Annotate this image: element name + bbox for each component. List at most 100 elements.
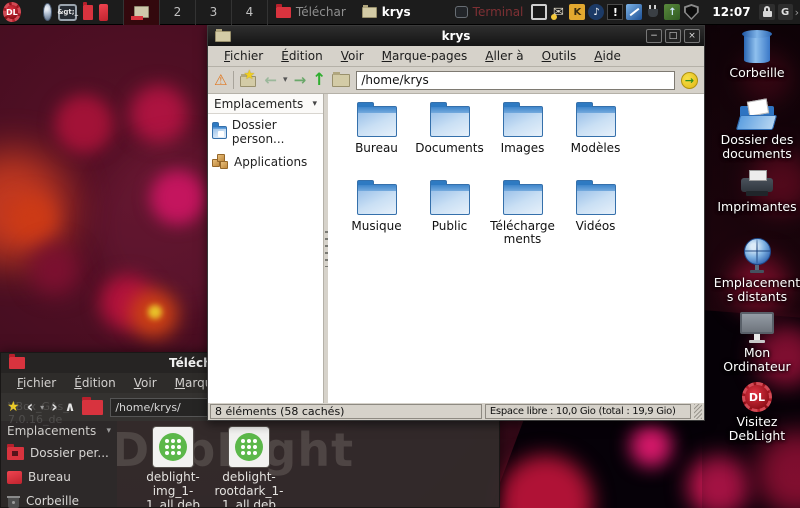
power-plug-icon[interactable] [645,4,661,20]
task-telechargements[interactable]: Téléchar [268,0,354,25]
panel-overflow-arrow-icon[interactable]: › [795,6,800,19]
desktop-icon-label: Visitez DebLight [711,415,800,443]
folder-documents[interactable]: Documents [413,102,486,180]
titlebar[interactable]: krys − □ × [208,26,704,46]
desktop-icon-label: Emplacements distants [711,276,800,304]
status-free-space: Espace libre : 10,0 Gio (total : 19,9 Gi… [485,404,691,419]
clock[interactable]: 12:07 [712,5,750,19]
close-button[interactable]: × [684,29,700,43]
browser-launcher-icon[interactable] [43,3,52,21]
bokeh-circle [150,170,205,225]
printer-icon [741,178,773,192]
bokeh-circle [30,245,80,295]
alert-clipboard-icon[interactable]: ! [607,4,623,20]
sidebar-item-label: Corbeille [26,494,79,508]
folder-public[interactable]: Public [413,180,486,258]
desktop-icon-trash[interactable]: Corbeille [711,33,800,80]
task-label: Téléchar [296,5,346,19]
menu-voir[interactable]: Voir [333,47,372,65]
workspace-3[interactable]: 3 [196,0,232,25]
maximize-button[interactable]: □ [665,29,681,43]
deblight-logo-icon: DL [742,382,772,412]
toolbar-separator [233,71,234,89]
menu-fichier[interactable]: Fichier [216,47,271,65]
workspace-1-active[interactable] [124,0,160,25]
file-deb-img[interactable]: deblight-img_1-1_all.deb [137,427,209,507]
folder-modeles[interactable]: Modèles [559,102,632,180]
task-krys[interactable]: krys [354,0,419,25]
editor-launcher-icon[interactable] [99,4,108,21]
back-history-dropdown-icon[interactable]: ▾ [283,75,288,85]
menubar: Fichier Édition Voir Marque-pages Aller … [208,46,704,67]
menu-aller-a[interactable]: Aller à [477,47,531,65]
display-settings-icon[interactable] [531,4,547,20]
sidebar-item-applications[interactable]: Applications [208,150,323,173]
folder-videos[interactable]: Vidéos [559,180,632,258]
warning-icon[interactable]: ⚠ [214,73,227,88]
folder-label: Téléchargements [486,220,559,246]
menu-edition[interactable]: Édition [273,47,331,65]
status-items-count: 8 éléments (58 cachés) [210,404,482,419]
sidebar-item-trash[interactable]: Corbeille [1,489,117,508]
desktop-icon-documents[interactable]: Dossier des documents [711,102,800,161]
sidebar-header[interactable]: Emplacements [214,97,303,111]
klipper-clipboard-icon[interactable]: K [569,4,585,20]
folder-bureau[interactable]: Bureau [340,102,413,180]
menu-edition[interactable]: Édition [66,375,124,391]
downloads-file-area: DebLight deblight-img_1-1_all.deb deblig… [117,421,499,507]
file-label: deblight-img_1-1_all.deb [137,471,209,507]
workspace-2[interactable]: 2 [160,0,196,25]
g-applet-button[interactable]: G [778,4,793,20]
workspace-4[interactable]: 4 [232,0,268,25]
go-jump-icon[interactable]: → [681,72,698,89]
menu-aide[interactable]: Aide [586,47,629,65]
folder-icon [215,31,231,42]
hamburger-menu-icon[interactable] [28,0,36,25]
trash-icon [7,495,20,508]
blue-home-folder-icon [212,126,227,139]
menu-outils[interactable]: Outils [534,47,585,65]
chevron-down-icon[interactable]: ▾ [312,99,317,109]
lock-screen-icon[interactable] [759,4,775,20]
desktop-icon-my-computer[interactable]: Mon Ordinateur [711,312,800,374]
folder-telechargements[interactable]: Téléchargements [486,180,559,258]
desktop-icon-printers[interactable]: Imprimantes [711,168,800,214]
file-deb-rootdark[interactable]: deblight-rootdark_1-1_all.deb [213,427,285,507]
menu-marque-pages[interactable]: Marque-pages [374,47,476,65]
task-terminal[interactable]: Terminal [447,0,532,25]
back-icon[interactable]: ← [264,73,277,88]
globe-base [750,270,764,273]
folder-images[interactable]: Images [486,102,559,180]
sidebar-item-desktop[interactable]: Bureau [1,465,117,489]
forward-icon[interactable]: → [294,73,307,88]
trash-icon [744,33,770,63]
sidebar-item-label: Dossier person... [232,118,319,146]
file-manager-launcher-icon[interactable] [83,5,93,20]
minimize-button[interactable]: − [646,29,662,43]
menu-fichier[interactable]: Fichier [9,375,64,391]
shield-security-icon[interactable] [683,4,699,20]
open-folder-icon[interactable] [332,74,350,87]
applications-cubes-icon [212,154,229,169]
sidebar-item-label: Bureau [28,470,71,484]
resize-grip[interactable] [694,404,702,419]
mail-keyring-icon[interactable]: ✉ [550,4,566,20]
screen-tool-icon[interactable] [626,4,642,20]
volume-icon[interactable]: ♪ [588,4,604,20]
network-monitor-icon[interactable]: ↑ [664,4,680,20]
terminal-launcher-icon[interactable]: &gt;_ [58,4,77,21]
blue-folder-icon [430,106,470,137]
path-input[interactable] [356,71,675,90]
up-icon[interactable]: ↑ [312,72,326,89]
desktop-icon-visit-deblight[interactable]: DL Visitez DebLight [711,382,800,443]
desktop-icon-remote-places[interactable]: Emplacements distants [711,238,800,304]
menu-voir[interactable]: Voir [126,375,165,391]
workspace-1-preview [134,6,149,18]
sidebar-item-home[interactable]: Dossier person... [208,114,323,150]
new-tab-icon[interactable]: ★ [240,73,258,88]
folder-musique[interactable]: Musique [340,180,413,258]
deblight-menu-button[interactable]: DL [3,2,21,22]
folder-label: Musique [351,220,401,233]
sidebar-item-home[interactable]: Dossier per... [1,441,117,465]
chevron-down-icon[interactable]: ▾ [106,426,111,436]
